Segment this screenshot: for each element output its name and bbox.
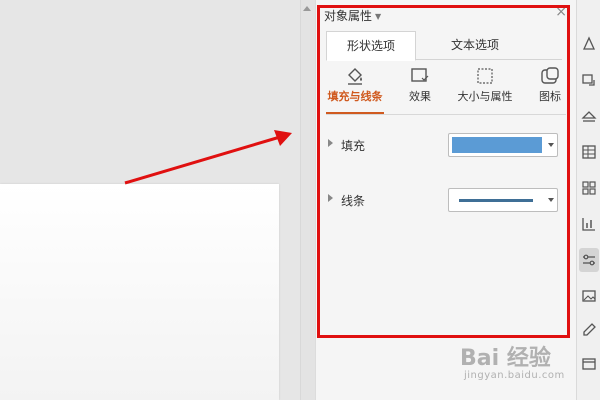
watermark-main-text: Bai 经验: [460, 346, 551, 371]
watermark-url-text: jingyan.baidu.com: [464, 370, 565, 381]
baidu-jingyan-watermark: Bai 经验 jingyan.baidu.com: [460, 340, 580, 390]
